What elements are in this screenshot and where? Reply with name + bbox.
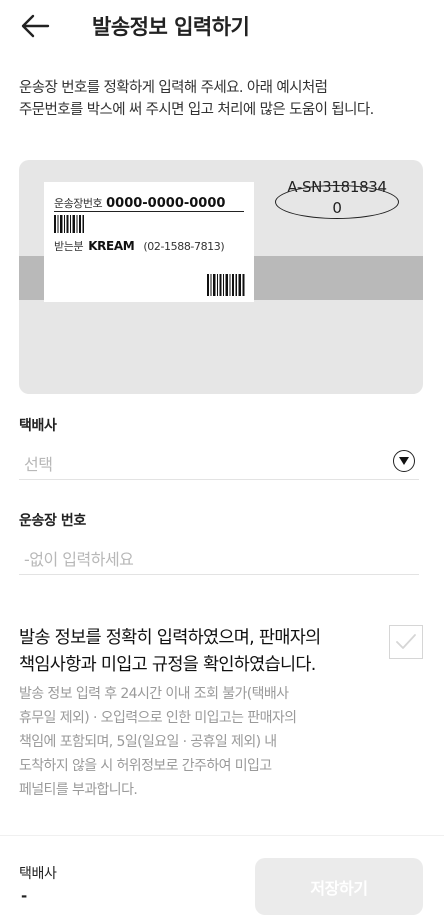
courier-select[interactable]: 선택 [19, 444, 419, 480]
instruction-text: 운송장 번호를 정확하게 입력해 주세요. 아래 예시처럼 주문번호를 박스에 … [19, 77, 429, 121]
footer-courier-label: 택배사 [19, 866, 57, 882]
confirm-description-line-2: 휴무일 제외) · 오입력으로 인한 미입고는 판매자의 [19, 710, 297, 726]
tracking-number-input[interactable]: -없이 입력하세요 [19, 539, 419, 575]
confirm-description: 발송 정보 입력 후 24시간 이내 조회 불가(택배사 휴무일 제외) · 오… [19, 682, 359, 802]
example-illustration: 운송장번호 0000-0000-0000 받는분 KREAM (02-1588-7… [19, 160, 423, 394]
tracking-number-row: 운송장번호 0000-0000-0000 [54, 192, 244, 212]
dropdown-button[interactable] [393, 450, 415, 472]
footer-courier-value: - [21, 887, 28, 905]
tracking-number-label: 운송장 번호 [19, 513, 86, 529]
confirm-title-line-2: 책임사항과 미입고 규정을 확인하였습니다. [19, 655, 316, 675]
chevron-down-icon [399, 457, 409, 465]
order-number-line-1: A-SN3181834 [287, 178, 387, 196]
instruction-line-1: 운송장 번호를 정확하게 입력해 주세요. 아래 예시처럼 [19, 80, 328, 96]
barcode-icon [54, 215, 84, 233]
bottom-bar: 택배사 - 저장하기 [0, 835, 444, 919]
courier-label: 택배사 [19, 418, 57, 434]
arrow-left-icon [21, 14, 50, 38]
courier-placeholder: 선택 [24, 455, 53, 474]
order-number-line-2: 0 [332, 199, 342, 217]
tracking-number-placeholder: -없이 입력하세요 [24, 550, 134, 569]
tracking-number-caption: 운송장번호 [54, 197, 103, 210]
receiver-phone: (02-1588-7813) [143, 240, 225, 253]
confirm-description-line-4: 도착하지 않을 시 허위정보로 간주하여 미입고 [19, 758, 272, 774]
order-number-example: A-SN3181834 0 [275, 177, 399, 219]
page-title: 발송정보 입력하기 [92, 15, 250, 39]
confirm-title: 발송 정보를 정확히 입력하였으며, 판매자의 책임사항과 미입고 규정을 확인… [19, 625, 359, 679]
receiver-caption: 받는분 [54, 240, 84, 253]
confirm-description-line-5: 페널티를 부과합니다. [19, 782, 138, 798]
instruction-line-2: 주문번호를 박스에 써 주시면 입고 처리에 많은 도움이 됩니다. [19, 102, 374, 118]
confirm-title-line-1: 발송 정보를 정확히 입력하였으며, 판매자의 [19, 628, 321, 648]
check-icon [396, 634, 416, 649]
header: 발송정보 입력하기 [0, 0, 444, 56]
barcode-icon [207, 274, 245, 296]
confirm-description-line-1: 발송 정보 입력 후 24시간 이내 조회 불가(택배사 [19, 686, 289, 702]
tracking-number-example: 0000-0000-0000 [106, 196, 226, 211]
receiver-name: KREAM [88, 239, 135, 253]
back-button[interactable] [20, 12, 54, 42]
confirm-description-line-3: 책임에 포함되며, 5일(일요일 · 공휴일 제외) 내 [19, 734, 277, 750]
save-button[interactable]: 저장하기 [255, 858, 423, 915]
confirm-checkbox[interactable] [389, 625, 423, 659]
shipping-label-example: 운송장번호 0000-0000-0000 받는분 KREAM (02-1588-7… [44, 182, 254, 302]
receiver-row: 받는분 KREAM (02-1588-7813) [54, 238, 225, 254]
